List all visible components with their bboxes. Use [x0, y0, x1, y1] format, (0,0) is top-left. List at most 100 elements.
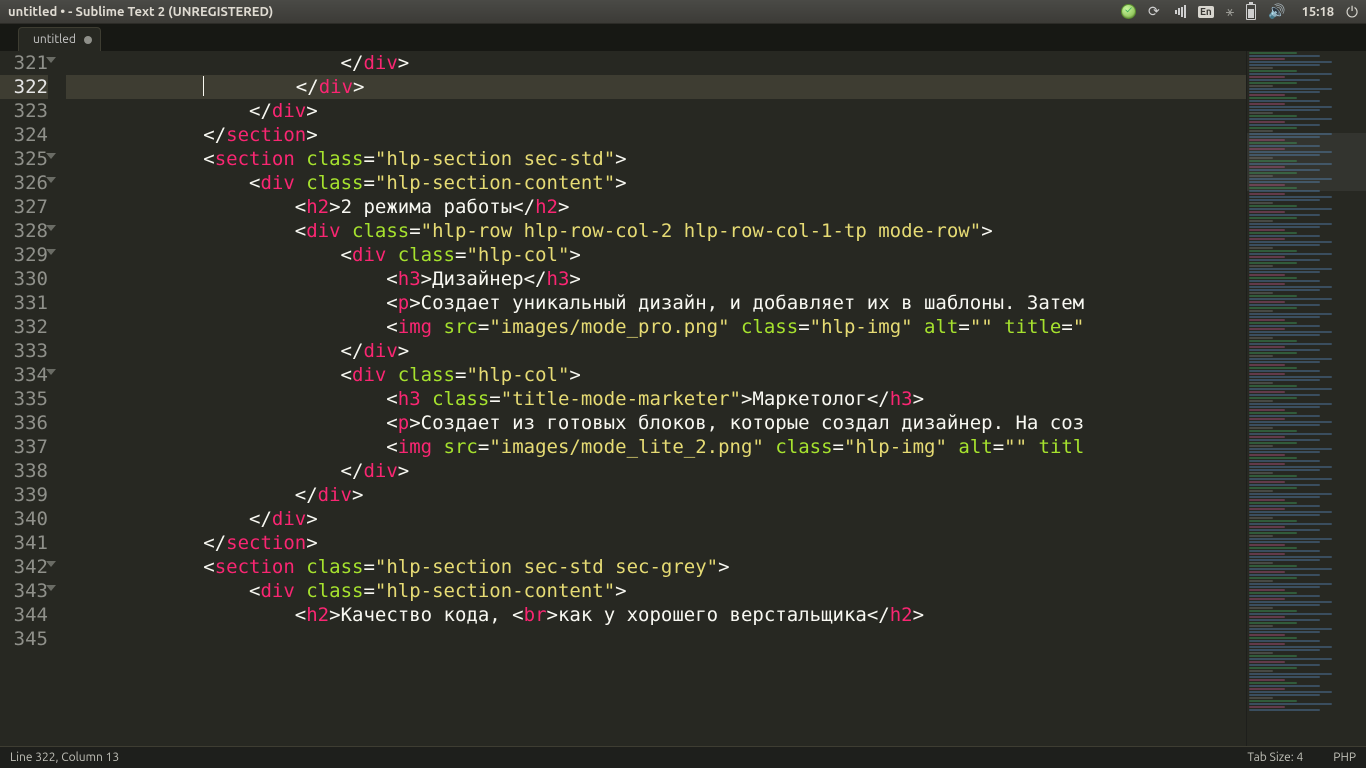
minimap-line — [1249, 493, 1332, 495]
line-number-gutter[interactable]: 3213223233243253263273283293303313323333… — [0, 51, 58, 746]
line-number[interactable]: 325 — [0, 147, 48, 171]
minimap-line — [1249, 388, 1332, 390]
line-number[interactable]: 331 — [0, 291, 48, 315]
minimap-line — [1249, 277, 1297, 279]
bluetooth-icon[interactable]: ⚹ — [1226, 3, 1234, 20]
line-number[interactable]: 336 — [0, 411, 48, 435]
network-signal-icon[interactable] — [1175, 5, 1186, 18]
code-line[interactable]: <p>Создает из готовых блоков, которые со… — [66, 411, 1246, 435]
window-title: untitled • - Sublime Text 2 (UNREGISTERE… — [8, 5, 1121, 19]
code-line[interactable]: </div> — [66, 339, 1246, 363]
minimap-line — [1249, 436, 1285, 438]
line-number[interactable]: 332 — [0, 315, 48, 339]
fold-arrow-icon[interactable] — [46, 369, 56, 375]
line-number[interactable]: 329 — [0, 243, 48, 267]
minimap-line — [1249, 529, 1320, 531]
sync-icon[interactable]: ⟳ — [1148, 4, 1163, 19]
minimap-line — [1249, 145, 1320, 147]
code-line[interactable]: <img src="images/mode_lite_2.png" class=… — [66, 435, 1246, 459]
line-number[interactable]: 333 — [0, 339, 48, 363]
fold-arrow-icon[interactable] — [46, 249, 56, 255]
minimap-line — [1249, 379, 1320, 381]
minimap-line — [1249, 517, 1273, 519]
fold-arrow-icon[interactable] — [46, 225, 56, 231]
code-line[interactable]: </div> — [66, 51, 1246, 75]
minimap-line — [1249, 571, 1285, 573]
minimap-line — [1249, 643, 1285, 645]
status-position[interactable]: Line 322, Column 13 — [10, 751, 1247, 764]
fold-arrow-icon[interactable] — [46, 177, 56, 183]
minimap-line — [1249, 640, 1320, 642]
code-line[interactable]: <h2>2 режима работы</h2> — [66, 195, 1246, 219]
line-number[interactable]: 330 — [0, 267, 48, 291]
minimap-line — [1249, 394, 1320, 396]
code-line[interactable]: </section> — [66, 123, 1246, 147]
minimap-line — [1249, 157, 1273, 159]
line-number[interactable]: 324 — [0, 123, 48, 147]
minimap-line — [1249, 148, 1285, 150]
file-tab[interactable]: untitled — [18, 27, 101, 51]
line-number[interactable]: 345 — [0, 627, 48, 651]
code-line[interactable]: <h3 class="title-mode-marketer">Маркетол… — [66, 387, 1246, 411]
code-line[interactable]: <p>Создает уникальный дизайн, и добавляе… — [66, 291, 1246, 315]
line-number[interactable]: 338 — [0, 459, 48, 483]
minimap-line — [1249, 325, 1320, 327]
volume-icon[interactable]: 🔊 — [1268, 3, 1285, 20]
code-line[interactable]: <section class="hlp-section sec-std sec-… — [66, 555, 1246, 579]
code-line[interactable]: </div> — [66, 99, 1246, 123]
line-number[interactable]: 328 — [0, 219, 48, 243]
battery-icon[interactable] — [1246, 4, 1256, 20]
minimap-line — [1249, 463, 1285, 465]
minimap-line — [1249, 553, 1285, 555]
keyboard-layout-indicator[interactable]: En — [1198, 6, 1214, 18]
code-line[interactable]: <section class="hlp-section sec-std"> — [66, 147, 1246, 171]
minimap-line — [1249, 613, 1332, 615]
line-number[interactable]: 326 — [0, 171, 48, 195]
code-line[interactable]: </div> — [66, 507, 1246, 531]
code-line[interactable]: </div> — [66, 483, 1246, 507]
code-line[interactable]: <h3>Дизайнер</h3> — [66, 267, 1246, 291]
minimap-line — [1249, 103, 1285, 105]
fold-arrow-icon[interactable] — [46, 561, 56, 567]
code-line[interactable]: <img src="images/mode_pro.png" class="hl… — [66, 315, 1246, 339]
code-area[interactable]: </div> </div> </div> </section> <section… — [58, 51, 1246, 746]
line-number[interactable]: 341 — [0, 531, 48, 555]
line-number[interactable]: 323 — [0, 99, 48, 123]
fold-arrow-icon[interactable] — [46, 153, 56, 159]
code-line[interactable]: <h2>Качество кода, <br>как у хорошего ве… — [66, 603, 1246, 627]
code-line[interactable]: </div> — [66, 75, 1246, 99]
line-number[interactable]: 322 — [0, 75, 48, 99]
session-gear-icon[interactable]: ⏻ — [1346, 3, 1358, 21]
minimap-line — [1249, 169, 1320, 171]
line-number[interactable]: 335 — [0, 387, 48, 411]
minimap-line — [1249, 208, 1332, 210]
line-number[interactable]: 342 — [0, 555, 48, 579]
code-line[interactable]: <div class="hlp-section-content"> — [66, 579, 1246, 603]
line-number[interactable]: 334 — [0, 363, 48, 387]
line-number[interactable]: 344 — [0, 603, 48, 627]
code-line[interactable]: <div class="hlp-row hlp-row-col-2 hlp-ro… — [66, 219, 1246, 243]
code-line[interactable]: <div class="hlp-col"> — [66, 363, 1246, 387]
code-line[interactable]: <div class="hlp-col"> — [66, 243, 1246, 267]
status-ok-icon[interactable] — [1121, 4, 1136, 19]
status-tab-size[interactable]: Tab Size: 4 — [1247, 751, 1303, 764]
code-line[interactable]: </div> — [66, 459, 1246, 483]
clock[interactable]: 15:18 — [1302, 5, 1335, 19]
line-number[interactable]: 340 — [0, 507, 48, 531]
line-number[interactable]: 327 — [0, 195, 48, 219]
line-number[interactable]: 343 — [0, 579, 48, 603]
code-line[interactable]: <div class="hlp-section-content"> — [66, 171, 1246, 195]
minimap[interactable] — [1246, 51, 1366, 746]
status-syntax[interactable]: PHP — [1333, 751, 1356, 764]
code-line[interactable]: </section> — [66, 531, 1246, 555]
minimap-line — [1249, 601, 1332, 603]
minimap-line — [1249, 136, 1320, 138]
code-line[interactable] — [66, 627, 1246, 651]
line-number[interactable]: 337 — [0, 435, 48, 459]
fold-arrow-icon[interactable] — [46, 57, 56, 63]
fold-arrow-icon[interactable] — [46, 585, 56, 591]
minimap-line — [1249, 556, 1332, 558]
line-number[interactable]: 339 — [0, 483, 48, 507]
minimap-line — [1249, 700, 1297, 702]
line-number[interactable]: 321 — [0, 51, 48, 75]
